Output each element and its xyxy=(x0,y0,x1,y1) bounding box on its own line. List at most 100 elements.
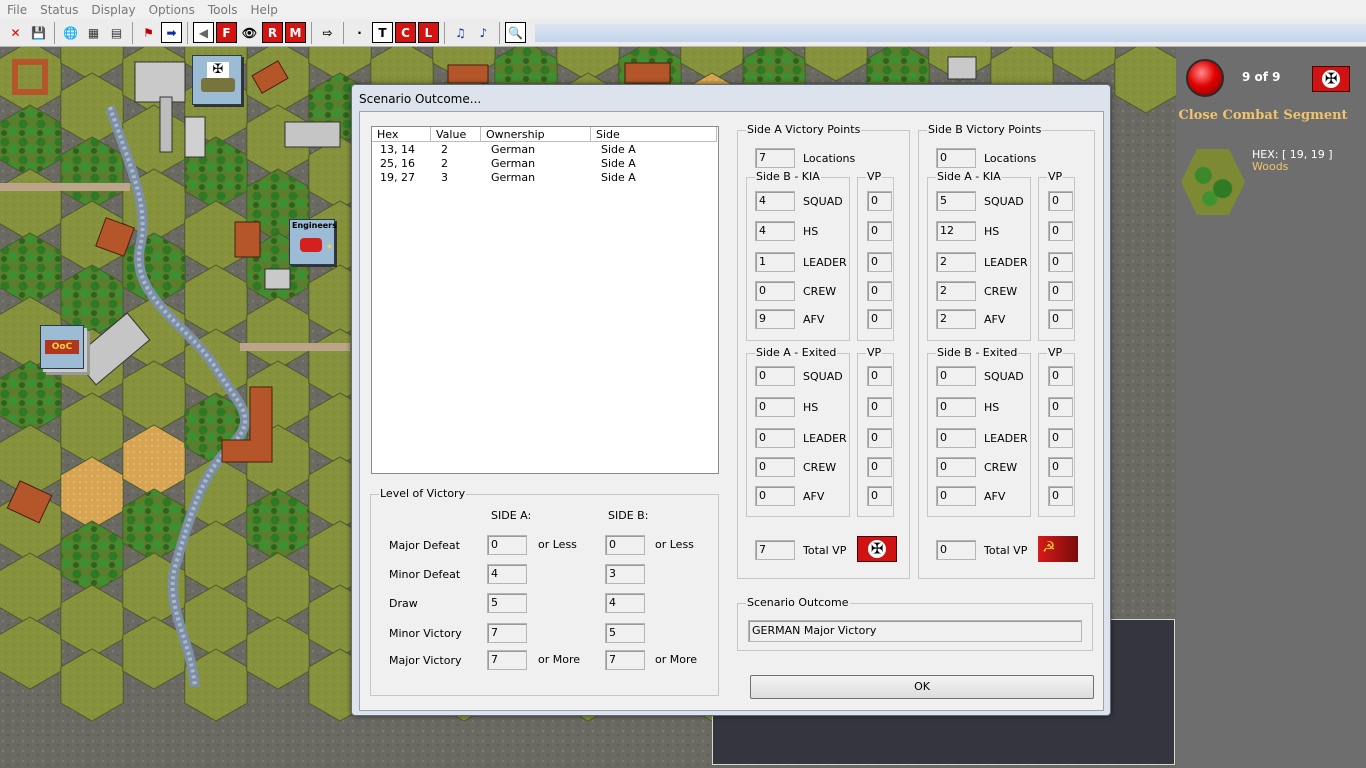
vp-field: 0 xyxy=(867,252,892,272)
soviet-flag-icon xyxy=(1038,536,1078,562)
count-field: 0 xyxy=(755,486,795,506)
vp-field: 0 xyxy=(867,366,892,386)
menu-file[interactable]: File xyxy=(2,3,35,17)
ok-button[interactable]: OK xyxy=(750,675,1094,699)
unit-type-label: HS xyxy=(984,225,1000,238)
side_b-vp-label: VP xyxy=(1047,170,1064,183)
count-field: 0 xyxy=(936,486,976,506)
menu-options[interactable]: Options xyxy=(144,3,203,17)
side-b-suffix: or Less xyxy=(655,538,694,551)
rally-icon[interactable]: R xyxy=(262,22,283,43)
tank-icon xyxy=(201,78,235,92)
close-icon[interactable]: ✕ xyxy=(5,22,26,43)
level-of-victory-label: Level of Victory xyxy=(379,487,467,500)
building xyxy=(264,268,291,290)
globe-icon[interactable]: 🌐 xyxy=(60,22,81,43)
table-row[interactable]: 19, 27 3 German Side A xyxy=(372,171,717,185)
hex-terrain: Woods xyxy=(1252,160,1289,173)
scenario-outcome-dialog: Scenario Outcome... Hex Value Ownership … xyxy=(351,84,1111,716)
side_b-locations-field: 0 xyxy=(936,148,976,168)
dialog-title: Scenario Outcome... xyxy=(359,92,482,106)
side-b-threshold-field: 4 xyxy=(605,593,645,613)
table-cell: 2 xyxy=(441,143,448,156)
table-cell: 2 xyxy=(441,157,448,170)
count-field: 0 xyxy=(755,428,795,448)
unit-type-label: AFV xyxy=(803,313,825,326)
side_a-kia-label: Side B - KIA xyxy=(755,170,821,183)
menu-status[interactable]: Status xyxy=(35,3,86,17)
l-icon[interactable]: L xyxy=(418,22,439,43)
vp-field: 0 xyxy=(867,428,892,448)
save-icon[interactable]: 💾 xyxy=(28,22,49,43)
building xyxy=(624,62,671,84)
side_b-exited-group: Side B - Exited 0 SQUAD 0 HS 0 LEADER 0 CREW 0 AFV xyxy=(927,346,1031,517)
text-icon[interactable]: T xyxy=(372,22,393,43)
sound-fx-icon[interactable]: ♫ xyxy=(450,22,471,43)
building xyxy=(447,64,489,84)
building xyxy=(159,96,173,153)
unit-type-label: AFV xyxy=(984,313,1006,326)
side_b-total-vp-field: 0 xyxy=(936,540,976,560)
count-field: 1 xyxy=(755,252,795,272)
table-cell: German xyxy=(491,143,536,156)
building xyxy=(134,61,186,103)
objective-hex-list[interactable]: Hex Value Ownership Side 13, 14 2 German Si… xyxy=(371,126,719,474)
count-field: 2 xyxy=(936,309,976,329)
unit-type-label: HS xyxy=(803,401,819,414)
side_a-exited-vp-group: VP 0 0 0 0 0 xyxy=(857,346,894,517)
column-header-ownership[interactable]: Ownership xyxy=(481,127,591,142)
side_a-exited-group: Side A - Exited 0 SQUAD 0 HS 0 LEADER 0 CREW 0 AFV xyxy=(746,346,850,517)
next-phase-icon[interactable]: ⇨ xyxy=(317,22,338,43)
c-icon[interactable]: C xyxy=(395,22,416,43)
side-b-label: SIDE B: xyxy=(608,509,649,522)
table-cell: 3 xyxy=(441,171,448,184)
table-cell: 25, 16 xyxy=(380,157,415,170)
music-icon[interactable]: ♪ xyxy=(473,22,494,43)
next-unit-icon[interactable]: ➡ xyxy=(161,22,182,43)
side-a-suffix: or More xyxy=(538,653,581,666)
menu-display[interactable]: Display xyxy=(86,3,143,17)
side-a-threshold-field: 7 xyxy=(487,623,527,643)
victory-level-label: Minor Defeat xyxy=(389,568,461,581)
unit-info-icon[interactable]: ⚑ xyxy=(138,22,159,43)
toolbar-separator xyxy=(54,21,55,44)
building xyxy=(284,121,341,148)
counters-icon[interactable]: ▦ xyxy=(83,22,104,43)
unit-type-label: SQUAD xyxy=(984,195,1024,208)
table-cell: 13, 14 xyxy=(380,143,415,156)
menu-help[interactable]: Help xyxy=(245,3,285,17)
zoom-icon[interactable]: 🔍 xyxy=(505,22,526,43)
morale-icon[interactable]: M xyxy=(285,22,306,43)
side_a-total-vp-label: Total VP xyxy=(803,544,847,557)
side-a-threshold-field: 7 xyxy=(487,650,527,670)
menu-tools[interactable]: Tools xyxy=(203,3,246,17)
table-row[interactable]: 25, 16 2 German Side A xyxy=(372,157,717,171)
stack-icon[interactable]: ▤ xyxy=(106,22,127,43)
side_b-kia-label: Side A - KIA xyxy=(936,170,1002,183)
fire-icon[interactable]: F xyxy=(216,22,237,43)
vp-field: 0 xyxy=(867,191,892,211)
unit-type-label: LEADER xyxy=(984,256,1028,269)
german-flag-icon xyxy=(857,536,897,562)
table-cell: Side A xyxy=(601,171,636,184)
ooc-counter[interactable]: OoC xyxy=(40,325,84,369)
column-header-side[interactable]: Side xyxy=(591,127,717,142)
vp-field: 0 xyxy=(1048,486,1073,506)
prev-icon[interactable]: ◀ xyxy=(193,22,214,43)
eye-icon[interactable]: 👁 xyxy=(239,22,260,43)
vp-field: 0 xyxy=(867,281,892,301)
turn-indicator-light[interactable] xyxy=(1186,59,1224,97)
table-cell: Side A xyxy=(601,143,636,156)
vp-field: 0 xyxy=(867,457,892,477)
table-row[interactable]: 13, 14 2 German Side A xyxy=(372,143,717,157)
side_b-exited-label: Side B - Exited xyxy=(936,346,1019,359)
side_a-vp-label: VP xyxy=(866,170,883,183)
column-header-hex[interactable]: Hex xyxy=(372,127,431,142)
vp-field: 0 xyxy=(1048,428,1073,448)
count-field: 2 xyxy=(936,281,976,301)
column-header-value[interactable]: Value xyxy=(431,127,481,142)
unit-type-label: CREW xyxy=(803,461,837,474)
tank-counter[interactable]: ✠ xyxy=(192,55,242,105)
dot-icon[interactable]: · xyxy=(349,22,370,43)
engineers-counter[interactable]: Engineers ★ xyxy=(289,219,337,265)
